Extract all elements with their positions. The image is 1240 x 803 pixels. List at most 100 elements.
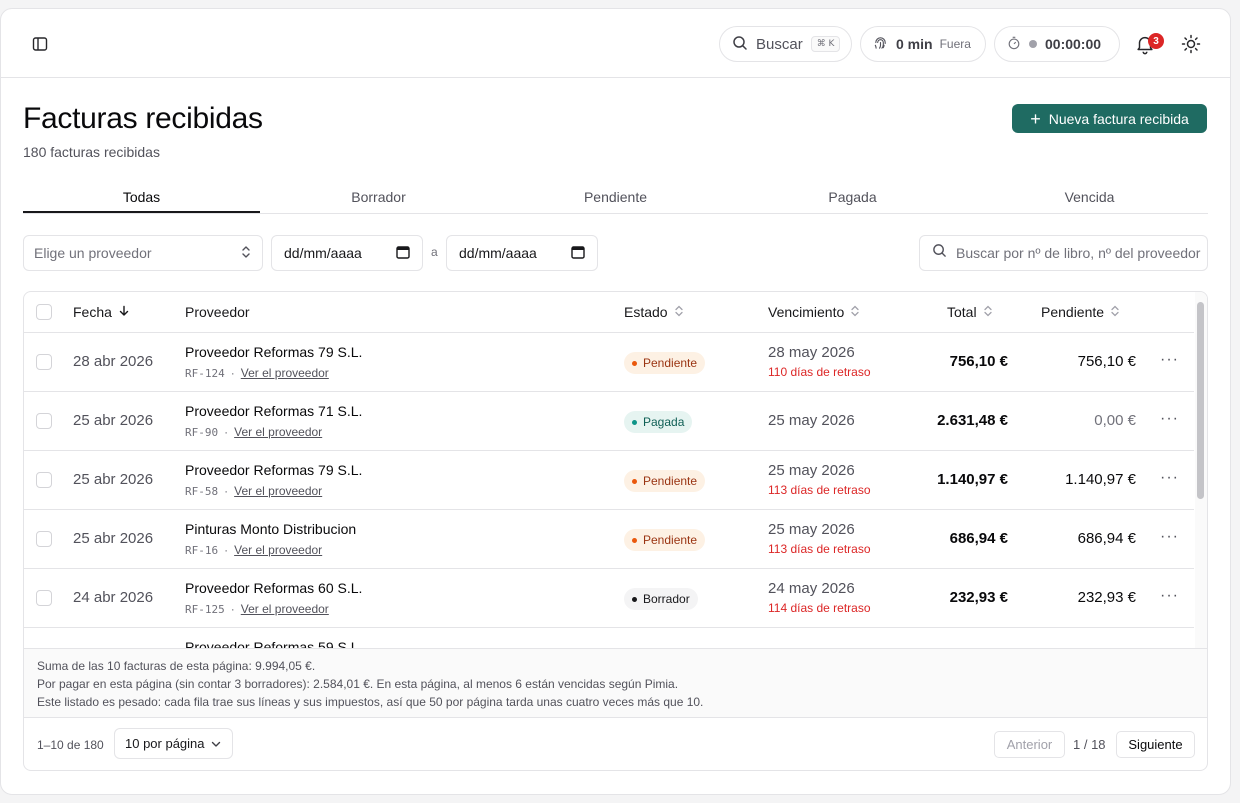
view-provider-link[interactable]: Ver el proveedor (234, 425, 322, 439)
row-ref: RF-16 (185, 543, 219, 557)
select-all-checkbox[interactable] (36, 304, 52, 320)
new-invoice-button[interactable]: + Nueva factura recibida (1012, 104, 1207, 133)
column-proveedor-label: Proveedor (185, 304, 250, 320)
search-icon (732, 35, 748, 54)
notifications-badge: 3 (1148, 33, 1164, 49)
attendance-value: 0 min (896, 36, 933, 52)
date-to-input[interactable]: dd/mm/aaaa (446, 235, 598, 271)
global-search-button[interactable]: Buscar ⌘ K (719, 26, 852, 62)
arrow-down-icon (118, 304, 130, 320)
table-row[interactable]: 24 abr 2026 Proveedor Reformas 60 S.L. R… (24, 569, 1194, 628)
table-row[interactable]: 25 abr 2026 Proveedor Reformas 79 S.L. R… (24, 451, 1194, 510)
row-checkbox[interactable] (36, 354, 52, 370)
column-pendiente[interactable]: Pendiente (1041, 304, 1120, 320)
table-row[interactable]: 28 abr 2026 Proveedor Reformas 79 S.L. R… (24, 333, 1194, 392)
more-actions-icon[interactable]: ··· (1160, 469, 1179, 487)
status-badge: Pagada (624, 411, 693, 433)
tab-vencida[interactable]: Vencida (971, 183, 1208, 213)
previous-page-button[interactable]: Anterior (994, 731, 1065, 758)
row-retraso: 113 días de retraso (768, 483, 871, 497)
view-provider-link[interactable]: Ver el proveedor (234, 484, 322, 498)
meta-separator: · (230, 602, 235, 616)
table-row[interactable]: 25 abr 2026 Proveedor Reformas 71 S.L. R… (24, 392, 1194, 451)
view-provider-link[interactable]: Ver el proveedor (234, 543, 322, 557)
sun-icon[interactable] (1178, 31, 1204, 57)
row-ref: RF-58 (185, 484, 219, 498)
row-checkbox[interactable] (36, 413, 52, 429)
status-badge-label: Pagada (643, 415, 685, 429)
more-actions-icon[interactable]: ··· (1160, 351, 1179, 369)
attendance-button[interactable]: 0 min Fuera (860, 26, 986, 62)
timer-button[interactable]: 00:00:00 (994, 26, 1120, 62)
invoice-search-input[interactable] (956, 245, 1206, 261)
plus-icon: + (1030, 108, 1041, 129)
more-actions-icon[interactable]: ··· (1160, 410, 1179, 428)
table-row[interactable]: 25 abr 2026 Pinturas Monto Distribucion … (24, 510, 1194, 569)
row-meta: RF-58 · Ver el proveedor (185, 484, 322, 498)
row-vencimiento: 25 may 2026 (768, 412, 855, 429)
next-page-button[interactable]: Siguiente (1116, 731, 1195, 758)
pagination: 1–10 de 180 10 por página Anterior 1 / 1… (24, 718, 1207, 770)
status-badge: Pendiente (624, 470, 706, 492)
row-proveedor: Proveedor Reformas 71 S.L. (185, 403, 363, 419)
table-row[interactable]: Proveedor Reformas 59 S.L. (24, 628, 1194, 648)
status-dot (632, 360, 637, 366)
meta-separator: · (224, 484, 229, 498)
topbar: Buscar ⌘ K 0 min Fuera 00:00:00 3 (1, 9, 1230, 78)
tab-pagada[interactable]: Pagada (734, 183, 971, 213)
calendar-icon (396, 245, 410, 262)
view-provider-link[interactable]: Ver el proveedor (241, 602, 329, 616)
tab-todas[interactable]: Todas (23, 183, 260, 213)
meta-separator: · (230, 366, 235, 380)
table-header: Fecha Proveedor Estado Vencimiento Total (24, 292, 1194, 333)
per-page-select[interactable]: 10 por página (114, 728, 233, 759)
page-title: Facturas recibidas (23, 102, 263, 135)
row-fecha: 24 abr 2026 (73, 589, 154, 606)
row-checkbox[interactable] (36, 472, 52, 488)
row-checkbox[interactable] (36, 590, 52, 606)
invoice-search-field (919, 235, 1208, 271)
column-vencimiento[interactable]: Vencimiento (768, 304, 860, 320)
more-actions-icon[interactable]: ··· (1160, 587, 1179, 605)
table-scrollbar-thumb[interactable] (1197, 302, 1204, 499)
date-from-input[interactable]: dd/mm/aaaa (271, 235, 423, 271)
app-window: Buscar ⌘ K 0 min Fuera 00:00:00 3 Factur… (0, 8, 1231, 795)
meta-separator: · (224, 543, 229, 557)
row-total: 756,10 € (949, 353, 1008, 370)
row-total: 232,93 € (949, 589, 1008, 606)
row-vencimiento: 28 may 2026 (768, 344, 855, 361)
sort-icon (983, 305, 993, 320)
column-proveedor[interactable]: Proveedor (185, 304, 250, 320)
date-range-separator: a (431, 245, 438, 259)
view-provider-link[interactable]: Ver el proveedor (241, 366, 329, 380)
column-total[interactable]: Total (947, 304, 993, 320)
provider-select[interactable]: Elige un proveedor (23, 235, 263, 271)
chevron-up-down-icon (240, 245, 252, 262)
row-retraso: 114 días de retraso (768, 601, 871, 615)
row-vencimiento: 24 may 2026 (768, 580, 855, 597)
column-fecha[interactable]: Fecha (73, 304, 130, 320)
row-ref: RF-124 (185, 366, 225, 380)
sort-icon (850, 305, 860, 320)
row-vencimiento: 25 may 2026 (768, 462, 855, 479)
provider-select-placeholder: Elige un proveedor (34, 245, 152, 261)
row-checkbox[interactable] (36, 531, 52, 547)
sidebar-toggle-icon[interactable] (27, 31, 53, 57)
more-actions-icon[interactable]: ··· (1160, 528, 1179, 546)
status-badge: Pendiente (624, 352, 706, 374)
row-pendiente: 1.140,97 € (1065, 471, 1136, 488)
row-total: 1.140,97 € (937, 471, 1008, 488)
tab-borrador[interactable]: Borrador (260, 183, 497, 213)
tab-pendiente[interactable]: Pendiente (497, 183, 734, 213)
stopwatch-icon (1007, 36, 1021, 53)
row-pendiente: 232,93 € (1077, 589, 1136, 606)
status-tabs: Todas Borrador Pendiente Pagada Vencida (23, 183, 1208, 214)
column-pendiente-label: Pendiente (1041, 304, 1105, 320)
row-proveedor: Pinturas Monto Distribucion (185, 521, 357, 537)
new-invoice-label: Nueva factura recibida (1048, 110, 1189, 127)
row-fecha: 28 abr 2026 (73, 353, 154, 370)
status-dot (632, 537, 637, 543)
row-retraso: 113 días de retraso (768, 542, 871, 556)
page-indicator: 1 / 18 (1073, 737, 1106, 752)
column-estado[interactable]: Estado (624, 304, 684, 320)
